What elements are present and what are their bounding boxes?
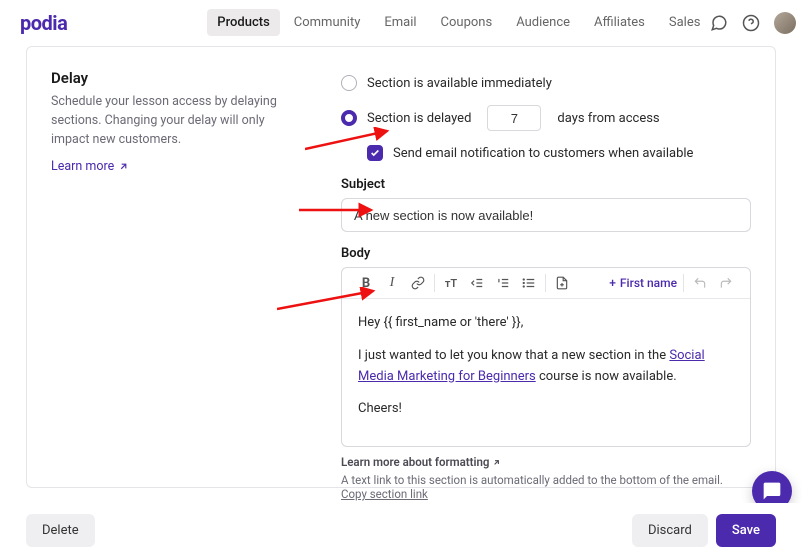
delete-button[interactable]: Delete: [26, 514, 95, 547]
ordered-list-icon[interactable]: [495, 275, 511, 291]
main-nav: Products Community Email Coupons Audienc…: [207, 9, 710, 36]
nav-audience[interactable]: Audience: [506, 9, 580, 36]
body-label: Body: [341, 246, 751, 261]
save-button[interactable]: Save: [716, 514, 776, 547]
radio-delayed-prefix: Section is delayed: [367, 111, 471, 126]
discard-button[interactable]: Discard: [632, 514, 708, 547]
undo-icon[interactable]: [692, 275, 708, 291]
editor-toolbar: B I тT + First name: [342, 268, 750, 299]
redo-icon[interactable]: [718, 275, 734, 291]
radio-immediate-row[interactable]: Section is available immediately: [341, 75, 751, 91]
body-line2: I just wanted to let you know that a new…: [358, 346, 734, 388]
help-icon[interactable]: [742, 14, 760, 32]
header-right: [710, 12, 796, 34]
copy-section-link[interactable]: Copy section link: [341, 487, 428, 501]
chat-icon: [762, 481, 782, 501]
email-notify-label: Send email notification to customers whe…: [393, 146, 693, 161]
formatting-help-row: Learn more about formatting: [341, 455, 751, 469]
body-textarea[interactable]: Hey {{ first_name or 'there' }}, I just …: [342, 299, 750, 446]
indent-decrease-icon[interactable]: [469, 275, 485, 291]
italic-icon[interactable]: I: [384, 275, 400, 291]
nav-affiliates[interactable]: Affiliates: [584, 9, 655, 36]
link-icon[interactable]: [410, 275, 426, 291]
radio-immediate-label: Section is available immediately: [367, 76, 552, 91]
days-input[interactable]: [487, 105, 541, 131]
radio-immediate[interactable]: [341, 75, 357, 91]
insert-firstname-button[interactable]: + First name: [603, 276, 683, 290]
learn-more-link[interactable]: Learn more: [51, 159, 129, 174]
section-description: Schedule your lesson access by delaying …: [51, 93, 291, 149]
body-line3: Cheers!: [358, 399, 734, 420]
nav-products[interactable]: Products: [207, 9, 279, 36]
radio-delayed-row[interactable]: Section is delayed days from access: [341, 105, 751, 131]
insert-firstname-label: First name: [620, 276, 677, 290]
body-line1: Hey {{ first_name or 'there' }},: [358, 313, 734, 334]
section-description-column: Delay Schedule your lesson access by del…: [51, 67, 291, 461]
section-title: Delay: [51, 69, 291, 87]
footer-bar: Delete Discard Save: [0, 503, 802, 557]
settings-panel: Delay Schedule your lesson access by del…: [26, 46, 776, 488]
learn-more-label: Learn more: [51, 159, 114, 174]
email-notify-checkbox[interactable]: [367, 145, 383, 161]
radio-delayed-suffix: days from access: [557, 111, 659, 126]
nav-email[interactable]: Email: [374, 9, 426, 36]
user-avatar[interactable]: [774, 12, 796, 34]
nav-sales[interactable]: Sales: [659, 9, 711, 36]
file-icon[interactable]: [554, 275, 570, 291]
bold-icon[interactable]: B: [358, 275, 374, 291]
body-editor: B I тT + First name: [341, 267, 751, 447]
subject-input[interactable]: [341, 198, 751, 232]
text-size-icon[interactable]: тT: [443, 275, 459, 291]
subject-label: Subject: [341, 177, 751, 192]
section-form-column: Section is available immediately Section…: [341, 67, 751, 461]
autolink-hint: A text link to this section is automatic…: [341, 473, 751, 501]
plus-icon: +: [609, 276, 616, 290]
messages-icon[interactable]: [710, 14, 728, 32]
radio-delayed[interactable]: [341, 110, 357, 126]
nav-coupons[interactable]: Coupons: [431, 9, 503, 36]
email-notify-row[interactable]: Send email notification to customers whe…: [367, 145, 751, 161]
nav-community[interactable]: Community: [284, 9, 371, 36]
external-link-icon: [118, 161, 129, 172]
top-header: podia Products Community Email Coupons A…: [0, 0, 802, 46]
formatting-help-link[interactable]: Learn more about formatting: [341, 455, 501, 469]
external-link-icon: [492, 458, 501, 467]
unordered-list-icon[interactable]: [521, 275, 537, 291]
brand-logo: podia: [20, 11, 67, 35]
